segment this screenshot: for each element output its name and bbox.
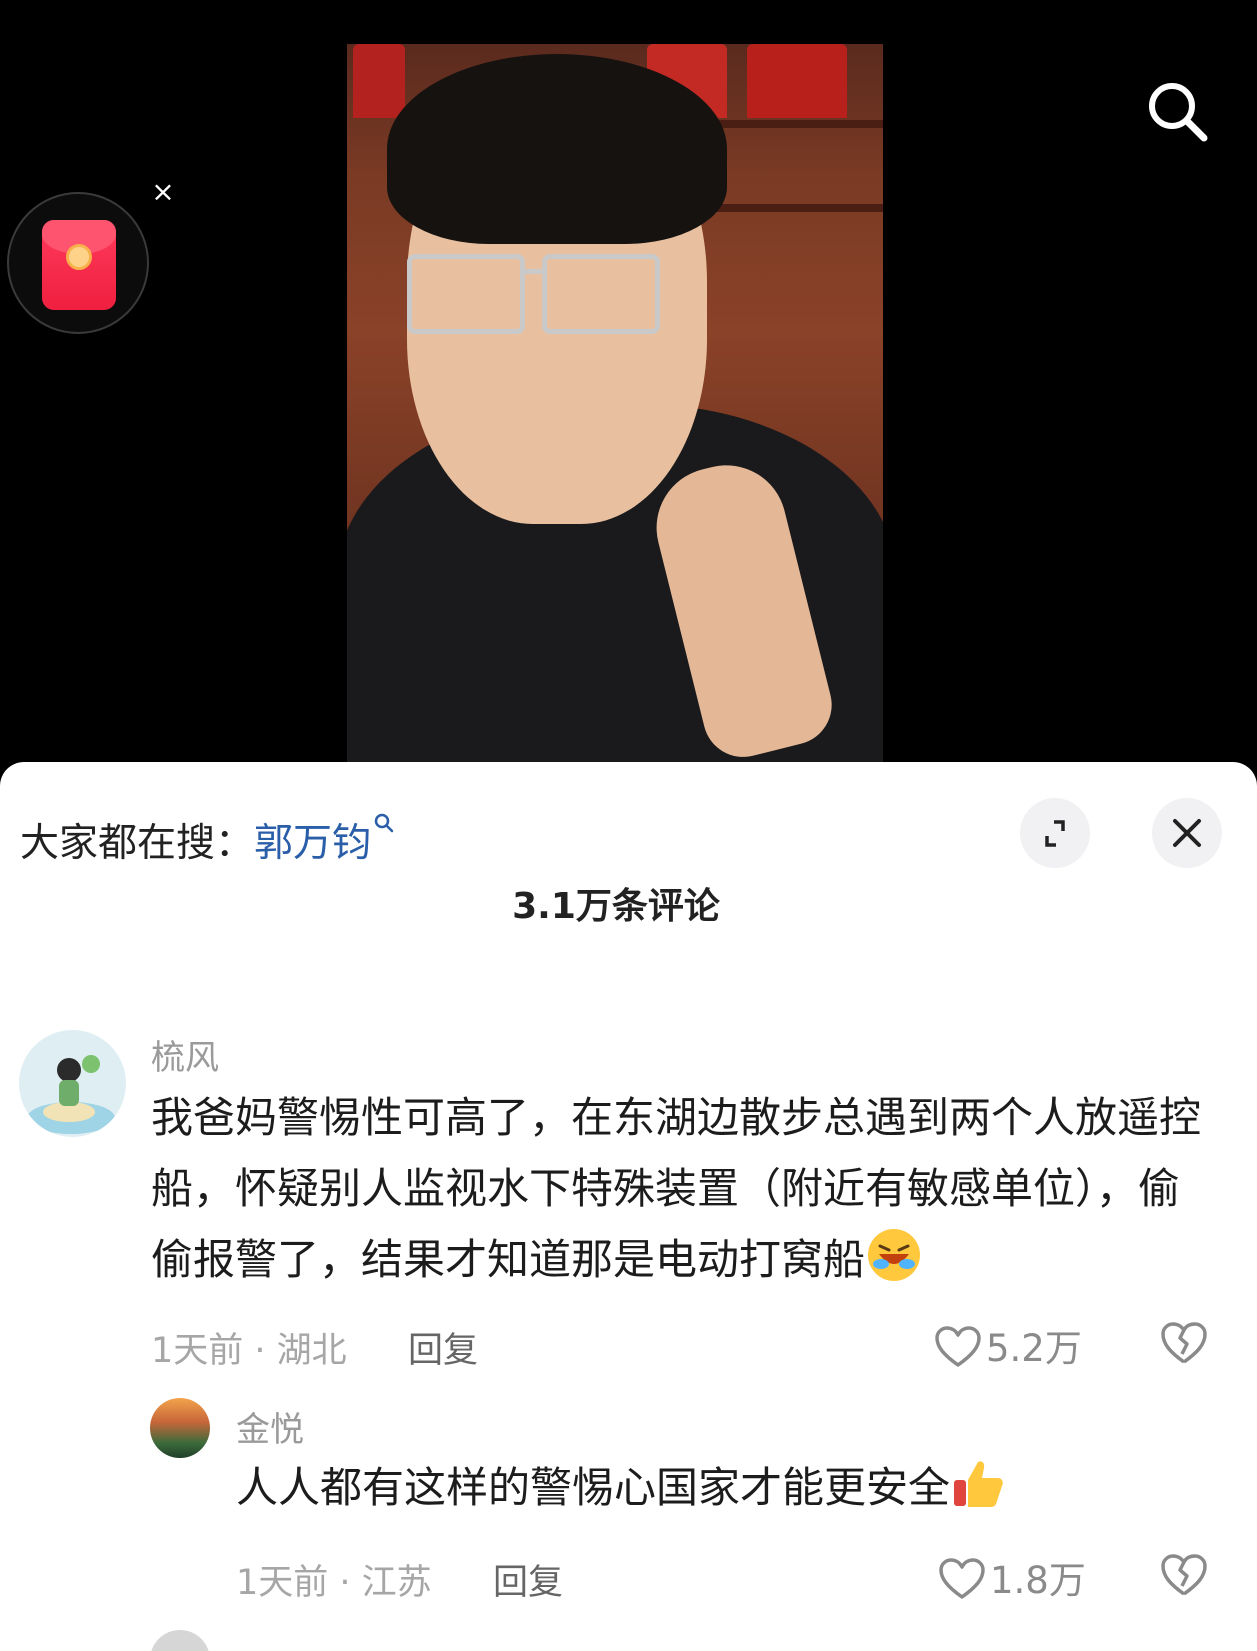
trending-search[interactable]: 大家都在搜：郭万钧 [20,812,395,868]
comment-text-body: 我爸妈警惕性可高了，在东湖边散步总遇到两个人放遥控船，怀疑别人监视水下特殊装置（… [151,1093,1202,1284]
red-packet-icon [42,220,116,310]
rolling-laughing-emoji [868,1229,921,1281]
red-packet-close-icon[interactable]: × [149,178,177,206]
avatar[interactable] [150,1398,210,1458]
heart-icon [935,1326,981,1367]
avatar[interactable] [150,1630,210,1651]
trending-keyword[interactable]: 郭万钧 [254,821,371,866]
comment-meta: 1天前 · 江苏 [236,1563,432,1603]
close-button[interactable] [1152,798,1222,868]
glasses-lens [407,254,525,334]
comment-text: 我爸妈警惕性可高了，在东湖边散步总遇到两个人放遥控船，怀疑别人监视水下特殊装置（… [151,1082,1221,1295]
like-count: 5.2万 [986,1327,1082,1370]
heart-icon [939,1558,985,1599]
broken-heart-icon[interactable] [1160,1320,1208,1366]
thumbs-up-emoji [954,1461,1003,1507]
comment-author[interactable]: 金悦 [236,1402,304,1451]
glasses-bridge [525,269,547,274]
reply-button[interactable]: 回复 [408,1322,478,1373]
shelf-jar [353,44,405,118]
person-hair [387,54,727,244]
expand-button[interactable] [1020,798,1090,868]
avatar-illustration [27,1055,115,1134]
close-icon [1173,819,1201,847]
keyword-search-icon [374,813,394,833]
comment-text: 人人都有这样的警惕心国家才能更安全 [236,1452,1196,1523]
search-icon[interactable] [1142,76,1214,148]
comment-author[interactable]: 梳风 [151,1030,219,1079]
comment-meta: 1天前 · 湖北 [151,1331,347,1371]
like-count: 1.8万 [990,1559,1086,1602]
comment-count-title: 3.1万条评论 [512,886,720,927]
shelf-jar [747,44,847,118]
red-packet-widget[interactable] [7,192,149,334]
comment-sheet: 大家都在搜：郭万钧 3.1万条评论 梳风 我爸妈警惕性可高了，在东湖边散步总遇到… [0,762,1257,1651]
video-frame[interactable] [347,44,883,762]
like-button[interactable]: 5.2万 [934,1318,1082,1372]
broken-heart-icon[interactable] [1160,1552,1208,1598]
video-player[interactable]: × [0,0,1257,762]
trending-label: 大家都在搜： [20,821,255,866]
expand-icon [1045,820,1065,847]
comment-text-body: 人人都有这样的警惕心国家才能更安全 [236,1463,951,1512]
red-packet-coin [66,244,92,270]
like-button[interactable]: 1.8万 [938,1550,1086,1604]
avatar[interactable] [19,1030,126,1137]
glasses-lens [542,254,660,334]
reply-button[interactable]: 回复 [493,1554,563,1605]
